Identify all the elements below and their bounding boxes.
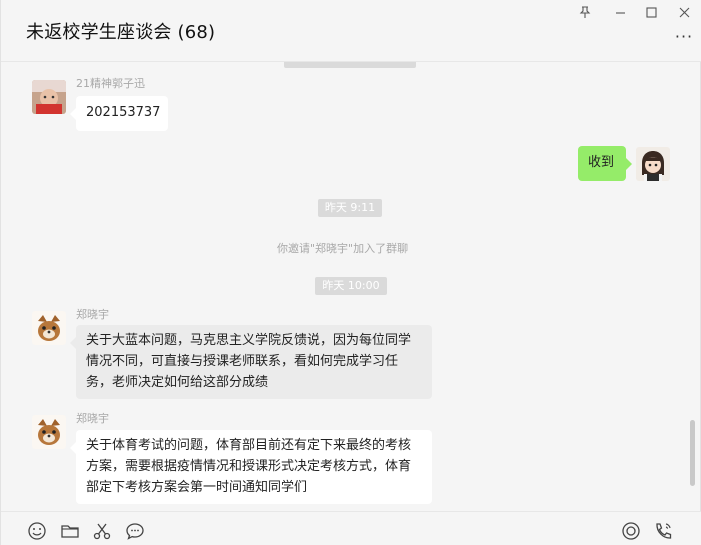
voice-call-icon[interactable] xyxy=(653,520,675,542)
sender-name: 郑晓宇 xyxy=(76,412,109,425)
timestamp: 昨天 9:11 xyxy=(318,199,382,217)
message-bubble[interactable]: 关于大蓝本问题，马克思主义学院反馈说，因为每位同学情况不同，可直接与授课老师联系… xyxy=(70,325,432,399)
minimize-icon[interactable] xyxy=(607,2,633,22)
chat-header: 未返校学生座谈会 (68) ··· xyxy=(1,0,701,62)
input-toolbar xyxy=(1,511,701,545)
sender-name: 21精神郭子迅 xyxy=(76,77,145,90)
avatar[interactable] xyxy=(32,311,66,345)
close-icon[interactable] xyxy=(671,2,697,22)
message-bubble[interactable]: 关于体育考试的问题，体育部目前还有定下来最终的考核方案，需要根据疫情情况和授课形… xyxy=(70,430,432,504)
message-bubble[interactable]: 202153737 xyxy=(70,96,168,131)
timestamp: 昨天 10:00 xyxy=(315,277,387,295)
scrollbar-thumb[interactable] xyxy=(690,420,695,486)
message-list[interactable]: 21精神郭子迅 202153737 收到 昨天 9:11 你邀请"郑晓宇"加入了… xyxy=(1,62,701,511)
avatar[interactable] xyxy=(32,80,66,114)
system-message: 你邀请"郑晓宇"加入了群聊 xyxy=(277,242,409,255)
more-icon[interactable]: ··· xyxy=(673,26,695,46)
emoji-icon[interactable] xyxy=(26,520,48,542)
sender-name: 郑晓宇 xyxy=(76,308,109,321)
folder-icon[interactable] xyxy=(59,520,81,542)
chat-title: 未返校学生座谈会 (68) xyxy=(26,22,216,43)
scissors-icon[interactable] xyxy=(91,520,113,542)
avatar[interactable] xyxy=(32,415,66,449)
timestamp-clipped xyxy=(284,62,416,68)
pin-icon[interactable] xyxy=(572,2,598,22)
chat-bubble-icon[interactable] xyxy=(124,520,146,542)
chat-window: 未返校学生座谈会 (68) ··· 21精神郭子迅 202153737 收到 昨… xyxy=(0,0,701,545)
avatar-self[interactable] xyxy=(636,147,670,181)
message-bubble-self[interactable]: 收到 xyxy=(578,146,632,181)
live-icon[interactable] xyxy=(620,520,642,542)
maximize-icon[interactable] xyxy=(638,2,664,22)
